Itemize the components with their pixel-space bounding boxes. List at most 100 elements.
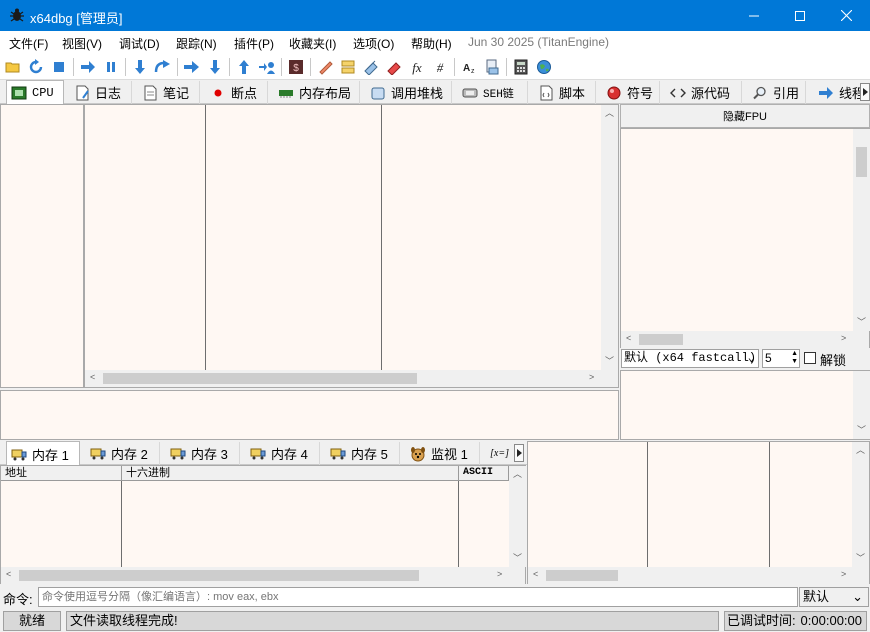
tab-dump-5[interactable]: 内存 5 [326, 442, 400, 465]
label-icon[interactable] [339, 58, 357, 76]
globe-icon[interactable] [535, 58, 553, 76]
dump-vscroll[interactable]: ︿ ﹀ [509, 466, 526, 567]
tab-dump-1[interactable]: 内存 1 [6, 441, 80, 466]
scroll-down-icon: ﹀ [513, 553, 523, 563]
tab-cpu[interactable]: CPU [6, 80, 64, 105]
step-over-icon[interactable] [154, 58, 172, 76]
trace-into-icon[interactable] [183, 58, 201, 76]
disassembly-pane[interactable]: ︿ ﹀ < > [84, 104, 619, 388]
tab-dump-4[interactable]: 内存 4 [246, 442, 320, 465]
status-bar: 就绪 文件读取线程完成! 已调试时间: 0:00:00:00 [0, 610, 870, 632]
command-input[interactable] [38, 587, 798, 607]
menu-options[interactable]: 选项(O) [353, 35, 394, 52]
tab-call-stack[interactable]: 调用堆栈 [366, 81, 452, 104]
svg-text:A: A [463, 63, 470, 74]
tab-locals[interactable]: [x=] [486, 442, 512, 465]
step-into-icon[interactable] [131, 58, 149, 76]
menu-view[interactable]: 视图(V) [62, 35, 102, 52]
trace-over-icon[interactable] [206, 58, 224, 76]
patch-icon[interactable] [483, 58, 501, 76]
unlock-label: 解锁 [820, 353, 847, 368]
pause-icon[interactable] [102, 58, 120, 76]
close-icon [840, 10, 852, 21]
execute-till-return-icon[interactable] [235, 58, 253, 76]
run-icon[interactable] [79, 58, 97, 76]
spinner-arrows-icon[interactable]: ▲ ▼ [791, 350, 798, 366]
tab-symbols[interactable]: 符号 [602, 81, 660, 104]
scroll-left-icon: < [6, 569, 12, 579]
bug-app-icon [9, 7, 25, 23]
tab-log[interactable]: 日志 [70, 81, 132, 104]
stop-icon[interactable] [50, 58, 68, 76]
tab-watch-1[interactable]: 监视 1 [406, 442, 480, 465]
run-to-user-code-icon[interactable] [258, 58, 276, 76]
arguments-vscroll[interactable]: ﹀ [853, 371, 870, 439]
maximize-icon [795, 10, 805, 21]
function-icon[interactable] [385, 58, 403, 76]
open-icon[interactable] [4, 58, 22, 76]
tab-seh-chain[interactable]: SEH链 [458, 81, 528, 104]
command-mode-select[interactable]: 默认 ⌄ [799, 587, 869, 607]
minimize-button[interactable] [731, 0, 777, 31]
menu-favourites[interactable]: 收藏夹(I) [289, 35, 336, 52]
tab-threads[interactable]: 线程 [814, 81, 860, 104]
disassembly-hscroll-thumb[interactable] [103, 373, 417, 384]
dump-hscroll[interactable]: < > [1, 567, 525, 584]
menu-debug[interactable]: 调试(D) [119, 35, 160, 52]
stack-pane[interactable]: ︿ ﹀ < > [527, 441, 870, 584]
menu-plugins[interactable]: 插件(P) [234, 35, 274, 52]
calculator-icon[interactable] [512, 58, 530, 76]
tab-dump-2[interactable]: 内存 2 [86, 442, 160, 465]
callconv-bar: 默认 (x64 fastcall) ⌄ 5 ▲ ▼ 解锁 [620, 348, 870, 369]
debug-time-box: 已调试时间: 0:00:00:00 [724, 611, 867, 631]
hide-fpu-button[interactable]: 隐藏FPU [620, 104, 870, 128]
threads-arrow-icon [818, 85, 834, 101]
column-header-address[interactable]: 地址 [1, 466, 122, 481]
unlock-checkbox[interactable] [804, 352, 816, 364]
strings-icon[interactable]: Az [460, 58, 478, 76]
column-header-hex[interactable]: 十六进制 [122, 466, 459, 481]
callconv-select[interactable]: 默认 (x64 fastcall) ⌄ [621, 349, 759, 368]
menu-help[interactable]: 帮助(H) [411, 35, 452, 52]
stack-hscroll[interactable]: < > [528, 567, 869, 584]
arg-count-spinner[interactable]: 5 ▲ ▼ [762, 349, 800, 368]
tab-references[interactable]: 引用 [748, 81, 806, 104]
disassembly-hscroll[interactable]: < > [85, 370, 618, 387]
stack-vscroll[interactable]: ︿ ﹀ [852, 442, 869, 567]
hash-icon[interactable]: # [431, 58, 449, 76]
menu-trace[interactable]: 跟踪(N) [176, 35, 217, 52]
registers-hscroll[interactable]: < > [621, 331, 869, 348]
svg-text:fx: fx [412, 60, 422, 75]
comment-icon[interactable] [316, 58, 334, 76]
memory-chip-icon [278, 85, 294, 101]
registers-pane[interactable]: ﹀ < > [620, 128, 870, 348]
dump-tab-scroll-right[interactable] [514, 444, 524, 462]
symbols-icon [606, 85, 622, 101]
registers-vscroll[interactable]: ﹀ [853, 129, 870, 331]
scroll-right-icon: > [497, 569, 503, 579]
tab-memory-map[interactable]: 内存布局 [274, 81, 360, 104]
disassembly-vscroll[interactable]: ︿ ﹀ [601, 105, 618, 370]
column-header-ascii[interactable]: ASCII [459, 466, 509, 481]
tab-dump-3[interactable]: 内存 3 [166, 442, 240, 465]
tab-source[interactable]: 源代码 [666, 81, 742, 104]
fx-icon[interactable]: fx [408, 58, 426, 76]
toolbar: $ fx # Az [0, 53, 870, 80]
scroll-left-icon: < [90, 372, 96, 382]
close-button[interactable] [823, 0, 869, 31]
script-icon[interactable]: $ [287, 58, 305, 76]
menu-file[interactable]: 文件(F) [9, 35, 48, 52]
dump-pane[interactable]: 地址 十六进制 ASCII ︿ ﹀ < > [0, 465, 526, 584]
restart-icon[interactable] [27, 58, 45, 76]
main-tab-scroll-right[interactable] [860, 83, 870, 101]
notes-icon [142, 85, 158, 101]
tab-script[interactable]: 脚本 [534, 81, 596, 104]
tab-breakpoints[interactable]: 断点 [206, 81, 268, 104]
bookmark-icon[interactable] [362, 58, 380, 76]
cpu-sidebar-pane[interactable] [0, 104, 84, 388]
maximize-button[interactable] [777, 0, 823, 31]
arguments-pane[interactable]: ﹀ [620, 370, 870, 440]
svg-text:z: z [471, 68, 475, 75]
truck-icon [11, 446, 27, 462]
tab-notes[interactable]: 笔记 [138, 81, 200, 104]
